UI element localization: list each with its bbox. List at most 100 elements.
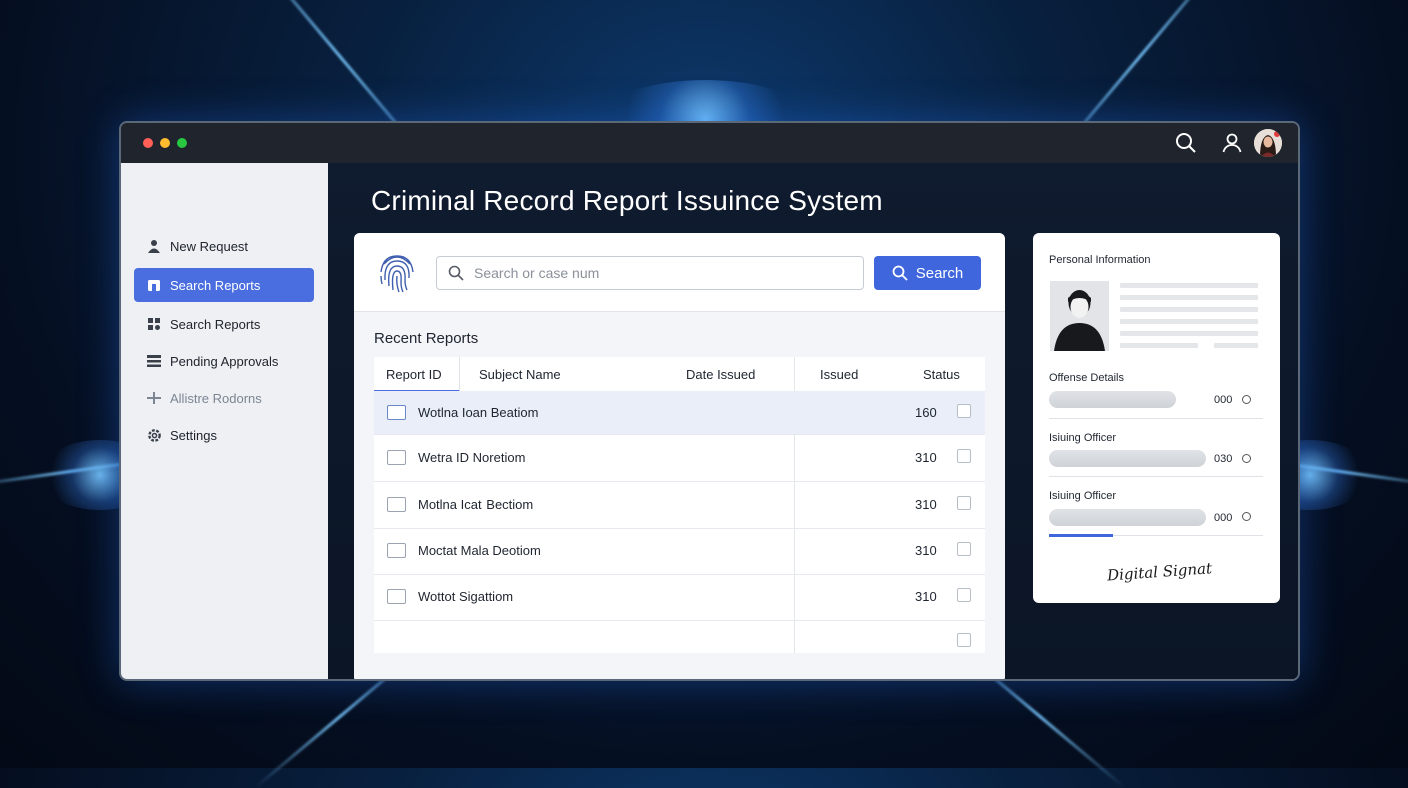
info-placeholder-line <box>1120 331 1258 336</box>
divider <box>1049 476 1263 477</box>
issuing-officer-field <box>1049 450 1206 467</box>
filter-icon <box>146 390 162 406</box>
issued-value: 310 <box>915 450 937 465</box>
maximize-window-button[interactable] <box>177 138 187 148</box>
personal-info-label: Personal Information <box>1049 254 1151 266</box>
table-row[interactable]: Wetra ID Noretiom 310 <box>374 435 985 482</box>
minimize-window-button[interactable] <box>160 138 170 148</box>
search-toolbar: Search <box>354 233 1005 312</box>
row-checkbox[interactable] <box>387 450 406 465</box>
sidebar-item-new-request[interactable]: New Request <box>134 229 314 263</box>
subject-name: Wottot Sigattiom <box>418 589 514 604</box>
info-placeholder-line <box>1120 319 1258 324</box>
issuing-officer-value: 030 <box>1214 453 1233 465</box>
row-checkbox[interactable] <box>387 543 406 558</box>
search-icon <box>448 265 464 281</box>
reports-card: Search Recent Reports Report ID Subject … <box>354 233 1005 679</box>
table-row[interactable]: Motlna Icat Bectiom 310 <box>374 482 985 529</box>
table-row[interactable]: Wottot Sigattiom 310 <box>374 574 985 621</box>
sidebar-item-allistre-rodorns[interactable]: Allistre Rodorns <box>134 381 314 415</box>
sidebar-item-label: Settings <box>170 427 217 443</box>
progress-track <box>1049 534 1263 537</box>
user-icon <box>146 238 162 254</box>
subject-name: Moctat Mala Deotiom <box>418 543 541 558</box>
search-input[interactable] <box>472 264 856 282</box>
table-row[interactable]: Moctat Mala Deotiom 310 <box>374 528 985 575</box>
user-icon[interactable] <box>1220 131 1244 155</box>
divider <box>1049 418 1263 419</box>
issuing-officer-value-2: 000 <box>1214 512 1233 524</box>
sidebar-item-label: Pending Approvals <box>170 353 279 369</box>
subject-name: Motlna Icat Bectiom <box>418 497 534 512</box>
issued-value: 310 <box>915 497 937 512</box>
sidebar: New Request Search Reports Search Report… <box>121 163 328 679</box>
subject-name: Wotlna Ioan Beatiom <box>418 405 539 420</box>
table-header: Report ID Subject Name Date Issued Ιssue… <box>374 357 985 392</box>
sidebar-item-settings[interactable]: Settings <box>134 418 314 452</box>
sidebar-item-label: New Request <box>170 238 249 254</box>
folder-icon <box>146 277 162 293</box>
close-window-button[interactable] <box>143 138 153 148</box>
column-header-report-id[interactable]: Report ID <box>386 367 442 382</box>
row-checkbox[interactable] <box>387 497 406 512</box>
issuing-officer-radio[interactable] <box>1242 454 1251 463</box>
section-title: Recent Reports <box>374 330 479 347</box>
status-checkbox[interactable] <box>957 449 971 463</box>
issued-value: 160 <box>915 405 937 420</box>
sidebar-item-label: Search Reports <box>170 316 261 332</box>
info-placeholder-line <box>1214 343 1258 348</box>
column-header-date-issued[interactable]: Date Issued <box>686 367 755 382</box>
digital-signature: Digital Signature <box>1105 557 1213 584</box>
grid-icon <box>146 316 162 332</box>
issuing-officer-radio-2[interactable] <box>1242 512 1251 521</box>
gear-icon <box>146 427 162 443</box>
column-header-issued[interactable]: Ιssued <box>820 367 858 382</box>
info-placeholder-line <box>1120 295 1258 300</box>
fingerprint-icon <box>380 255 414 293</box>
main-content: Criminal Record Report Issuince System S… <box>328 163 1298 679</box>
search-icon <box>892 265 908 281</box>
sidebar-item-pending-approvals[interactable]: Pending Approvals <box>134 344 314 378</box>
issued-value: 310 <box>915 589 937 604</box>
search-button-label: Search <box>915 264 964 282</box>
info-placeholder-line <box>1120 283 1258 288</box>
progress-fill <box>1049 534 1114 537</box>
offense-field <box>1049 391 1176 408</box>
status-checkbox[interactable] <box>957 496 971 510</box>
page-title: Criminal Record Report Issuince System <box>371 185 883 216</box>
info-placeholder-line <box>1120 343 1198 348</box>
profile-photo <box>1050 281 1109 351</box>
svg-text:Digital Signature: Digital Signature <box>1105 557 1213 584</box>
status-checkbox[interactable] <box>957 588 971 602</box>
status-checkbox[interactable] <box>957 633 971 647</box>
column-header-subject-name[interactable]: Subject Name <box>479 367 561 382</box>
table-row[interactable]: Wotlna Ioan Beatiom 160 <box>374 391 985 435</box>
issued-value: 310 <box>915 543 937 558</box>
column-header-status[interactable]: Status <box>923 367 960 382</box>
offense-value: 000 <box>1214 394 1233 406</box>
search-icon[interactable] <box>1174 131 1198 155</box>
row-checkbox[interactable] <box>387 405 406 420</box>
sidebar-item-label: Search Reports <box>170 277 261 293</box>
row-checkbox[interactable] <box>387 589 406 604</box>
issuing-officer-label: Isiuing Officer <box>1049 432 1117 444</box>
offense-details-label: Offense Details <box>1049 372 1125 384</box>
search-button[interactable]: Search <box>874 256 981 290</box>
subject-name: Wetra ID Noretiom <box>418 450 526 465</box>
table-row[interactable] <box>374 621 985 653</box>
issuing-officer-field-2 <box>1049 509 1206 526</box>
sidebar-item-search-reports[interactable]: Search Reports <box>134 268 314 302</box>
info-placeholder-line <box>1120 307 1258 312</box>
status-checkbox[interactable] <box>957 404 971 418</box>
title-bar <box>121 123 1298 164</box>
reports-table: Report ID Subject Name Date Issued Ιssue… <box>374 357 985 653</box>
issuing-officer-label-2: Isiuing Officer <box>1049 490 1117 502</box>
offense-radio[interactable] <box>1242 395 1251 404</box>
app-window: New Request Search Reports Search Report… <box>119 121 1300 681</box>
list-icon <box>146 353 162 369</box>
status-checkbox[interactable] <box>957 542 971 556</box>
sidebar-item-label: Allistre Rodorns <box>170 390 262 406</box>
search-box <box>436 256 864 290</box>
sidebar-item-search-reports-2[interactable]: Search Reports <box>134 307 314 341</box>
avatar[interactable] <box>1254 129 1282 157</box>
